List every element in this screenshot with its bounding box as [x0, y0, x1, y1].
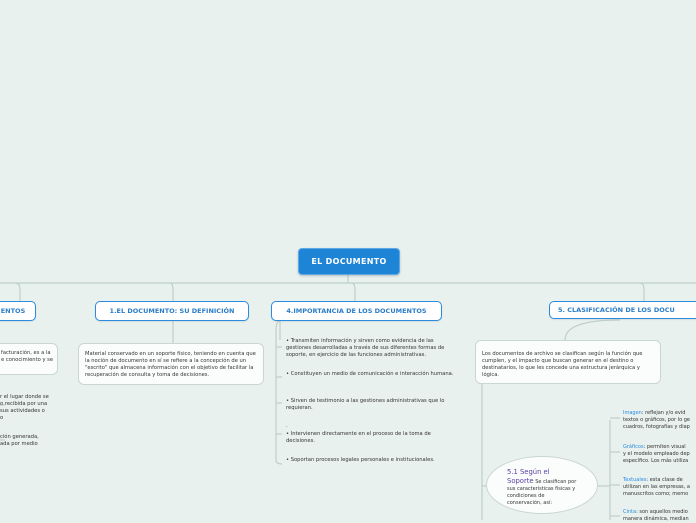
- item-line: : esta clase de: [646, 477, 683, 483]
- soporte-item-imagen: Imagen: reflejan y/o evid textos o gráfi…: [623, 410, 696, 431]
- definicion-text: Material conservado en un soporte físico…: [85, 351, 256, 378]
- root-title: EL DOCUMENTO: [311, 257, 387, 266]
- left-fragment-line: o: [0, 415, 4, 421]
- item-line: : son aquellos medio: [636, 509, 688, 515]
- importancia-item: • Sirven de testimonio a las gestiones a…: [286, 398, 445, 411]
- item-term: Textuales: [623, 477, 647, 483]
- soporte-content: 5.1 Según el Soporte Se clasifican por s…: [507, 468, 577, 507]
- left-panel: facturación, es a la e conocimiento y se: [0, 343, 58, 375]
- branch-clasificacion-label: 5. CLASIFICACIÓN DE LOS DOCU: [558, 306, 675, 314]
- item-line: específico. Los más utiliza: [623, 458, 689, 464]
- left-panel-line: facturación, es a la: [1, 350, 51, 356]
- left-fragment-line: o recibida por una: [0, 401, 48, 407]
- left-fragment-1: r el lugar donde se o recibida por una s…: [0, 394, 60, 422]
- clasificacion-panel: Los documentos de archivo se clasifican …: [475, 340, 661, 384]
- soporte-item-graficos: Gráficos: permiten visual y el modelo em…: [623, 444, 696, 465]
- item-term: Imagen: [623, 410, 642, 416]
- item-line: manuscritos como; memo: [623, 491, 689, 497]
- soporte-item-textuales: Textuales: esta clase de utilizan en las…: [623, 477, 696, 498]
- left-fragment-line: sus actividades o: [0, 408, 45, 414]
- importancia-item: • Intervienen directamente en el proceso…: [286, 431, 431, 444]
- left-panel-line: e conocimiento y se: [1, 357, 54, 363]
- branch-clasificacion[interactable]: 5. CLASIFICACIÓN DE LOS DOCU: [549, 301, 696, 319]
- left-fragment-line: ción generada,: [0, 434, 39, 440]
- clasificacion-text: Los documentos de archivo se clasifican …: [482, 351, 643, 378]
- item-term: Cinta: [623, 509, 637, 515]
- item-line: utilizan en las empresas, a: [623, 484, 690, 490]
- branch-definicion[interactable]: 1.EL DOCUMENTO: SU DEFINICIÓN: [95, 301, 249, 321]
- importancia-item: • Soportan procesos legales personales e…: [286, 457, 435, 463]
- item-line: y el modelo empleado dep: [623, 451, 690, 457]
- left-fragment-2: ción generada, ada por medio: [0, 434, 60, 448]
- importancia-item: • Constituyen un medio de comunicación e…: [286, 371, 454, 377]
- branch-definicion-label: 1.EL DOCUMENTO: SU DEFINICIÓN: [109, 307, 235, 315]
- importancia-item: • Transmiten información y sirven como e…: [286, 338, 445, 358]
- left-fragment-line: ada por medio: [0, 441, 38, 447]
- item-line: cuadros, fotografías y diap: [623, 424, 690, 430]
- branch-left-label: ENTOS: [0, 307, 26, 315]
- item-line: textos o gráficos, por lo ge: [623, 417, 690, 423]
- branch-left-partial[interactable]: ENTOS: [0, 301, 36, 321]
- importancia-item: .: [286, 423, 288, 429]
- root-node[interactable]: EL DOCUMENTO: [298, 248, 400, 275]
- item-term: Gráficos: [623, 444, 644, 450]
- soporte-item-cinta: Cinta: son aquellos medio manera dinámic…: [623, 509, 696, 523]
- definicion-panel: Material conservado en un soporte físico…: [78, 343, 264, 385]
- item-line: : reflejan y/o evid: [641, 410, 686, 416]
- item-line: manera dinámica, median: [623, 516, 689, 522]
- left-fragment-line: r el lugar donde se: [0, 394, 49, 400]
- branch-importancia-label: 4.IMPORTANCIA DE LOS DOCUMENTOS: [286, 307, 427, 315]
- branch-importancia[interactable]: 4.IMPORTANCIA DE LOS DOCUMENTOS: [271, 301, 442, 321]
- item-line: : permiten visual: [643, 444, 686, 450]
